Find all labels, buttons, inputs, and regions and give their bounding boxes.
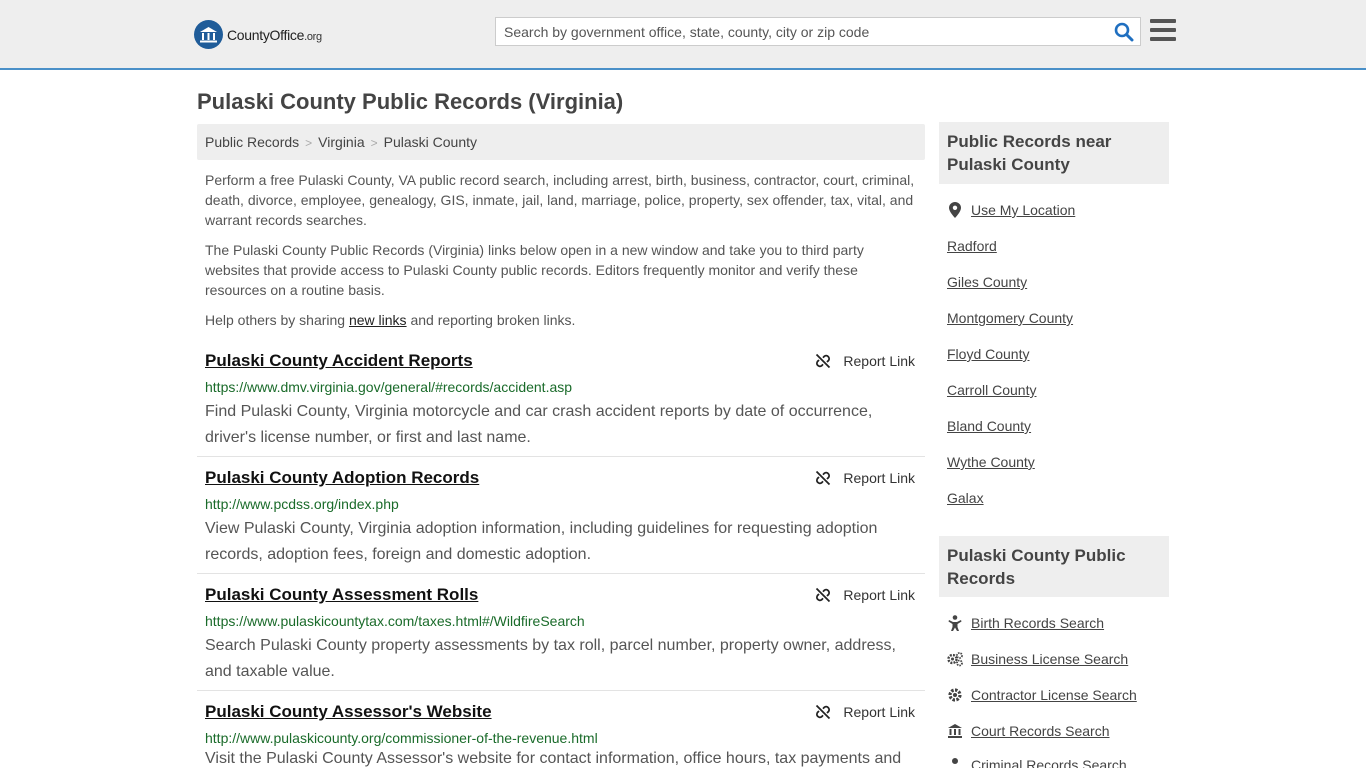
record-description: Find Pulaski County, Virginia motorcycle… <box>205 403 873 446</box>
search-box <box>495 17 1141 46</box>
report-link-label: Report Link <box>843 704 915 720</box>
breadcrumb-public-records[interactable]: Public Records <box>205 134 299 150</box>
search-button[interactable] <box>1114 22 1134 42</box>
hamburger-menu-icon[interactable] <box>1150 19 1176 43</box>
report-link-button[interactable]: Report Link <box>815 470 915 486</box>
page-title: Pulaski County Public Records (Virginia) <box>197 89 624 114</box>
record-item: Pulaski County Accident Reports Report L… <box>197 351 925 457</box>
new-links-link[interactable]: new links <box>349 312 407 328</box>
site-header: CountyOffice.org <box>0 0 1366 70</box>
record-title-link[interactable]: Pulaski County Assessment Rolls <box>205 585 478 605</box>
record-url: http://www.pulaskicounty.org/commissione… <box>205 730 598 746</box>
courthouse-icon <box>947 723 963 739</box>
sidebar-link-court-records[interactable]: Court Records Search <box>947 723 1110 739</box>
sidebar-link-label: Contractor License Search <box>971 687 1137 703</box>
logo-org: .org <box>304 30 322 43</box>
sidebar-heading-records: Pulaski County Public Records <box>939 536 1169 597</box>
nearby-link-giles-county[interactable]: Giles County <box>947 274 1027 290</box>
report-link-button[interactable]: Report Link <box>815 704 915 720</box>
intro-paragraph-3: Help others by sharing new links and rep… <box>205 312 576 328</box>
logo-badge-icon <box>194 20 223 49</box>
sidebar-link-contractor-license[interactable]: Contractor License Search <box>947 687 1137 703</box>
report-link-label: Report Link <box>843 353 915 369</box>
report-link-label: Report Link <box>843 587 915 603</box>
nearby-link-montgomery-county[interactable]: Montgomery County <box>947 310 1073 326</box>
map-marker-icon <box>947 202 963 218</box>
nearby-link-wythe-county[interactable]: Wythe County <box>947 454 1035 470</box>
sidebar-link-label: Criminal Records Search <box>971 757 1127 768</box>
gear-icon <box>947 687 963 703</box>
report-link-button[interactable]: Report Link <box>815 353 915 369</box>
report-link-button[interactable]: Report Link <box>815 587 915 603</box>
breadcrumb-separator-icon: > <box>370 136 378 150</box>
record-title-link[interactable]: Pulaski County Assessor's Website <box>205 702 492 722</box>
use-my-location-label: Use My Location <box>971 202 1076 218</box>
broken-link-icon <box>816 470 831 486</box>
sidebar-link-criminal-records[interactable]: Criminal Records Search <box>947 757 1127 768</box>
sidebar-link-label: Court Records Search <box>971 723 1110 739</box>
nearby-link-galax[interactable]: Galax <box>947 490 984 506</box>
record-item: Pulaski County Adoption Records Report L… <box>197 468 925 574</box>
record-item: Pulaski County Assessment Rolls Report L… <box>197 585 925 691</box>
record-title-link[interactable]: Pulaski County Accident Reports <box>205 351 473 371</box>
breadcrumb-pulaski-county[interactable]: Pulaski County <box>384 134 477 150</box>
nearby-link-bland-county[interactable]: Bland County <box>947 418 1031 434</box>
logo-text: CountyOffice <box>227 26 305 43</box>
record-description: Visit the Pulaski County Assessor's webs… <box>205 750 902 767</box>
search-icon <box>1114 22 1134 42</box>
intro-paragraph-1: Perform a free Pulaski County, VA public… <box>205 172 915 228</box>
breadcrumb: Public Records > Virginia > Pulaski County <box>197 124 925 160</box>
criminal-icon <box>947 757 963 768</box>
record-title-link[interactable]: Pulaski County Adoption Records <box>205 468 479 488</box>
record-description: Search Pulaski County property assessmen… <box>205 637 896 680</box>
broken-link-icon <box>816 704 831 720</box>
site-logo[interactable]: CountyOffice.org <box>194 20 322 49</box>
record-url: http://www.pcdss.org/index.php <box>205 496 399 512</box>
nearby-link-carroll-county[interactable]: Carroll County <box>947 382 1036 398</box>
nearby-link-radford[interactable]: Radford <box>947 238 997 254</box>
broken-link-icon <box>816 353 831 369</box>
record-url: https://www.dmv.virginia.gov/general/#re… <box>205 379 573 395</box>
gears-icon <box>947 651 963 667</box>
record-description: View Pulaski County, Virginia adoption i… <box>205 520 878 563</box>
breadcrumb-separator-icon: > <box>305 136 313 150</box>
sidebar-link-label: Birth Records Search <box>971 615 1105 631</box>
sidebar-heading-nearby: Public Records near Pulaski County <box>939 122 1169 184</box>
sidebar-link-business-license[interactable]: Business License Search <box>947 651 1128 667</box>
record-item: Pulaski County Assessor's Website Report… <box>197 702 925 768</box>
breadcrumb-virginia[interactable]: Virginia <box>318 134 364 150</box>
report-link-label: Report Link <box>843 470 915 486</box>
sidebar-link-label: Business License Search <box>971 651 1129 667</box>
record-url: https://www.pulaskicountytax.com/taxes.h… <box>205 613 585 629</box>
nearby-link-floyd-county[interactable]: Floyd County <box>947 346 1029 362</box>
sidebar-link-birth-records[interactable]: Birth Records Search <box>947 615 1104 631</box>
use-my-location-link[interactable]: Use My Location <box>947 202 1075 218</box>
intro-paragraph-2: The Pulaski County Public Records (Virgi… <box>205 242 864 298</box>
baby-icon <box>947 615 963 631</box>
search-input[interactable] <box>496 18 1106 45</box>
broken-link-icon <box>816 587 831 603</box>
